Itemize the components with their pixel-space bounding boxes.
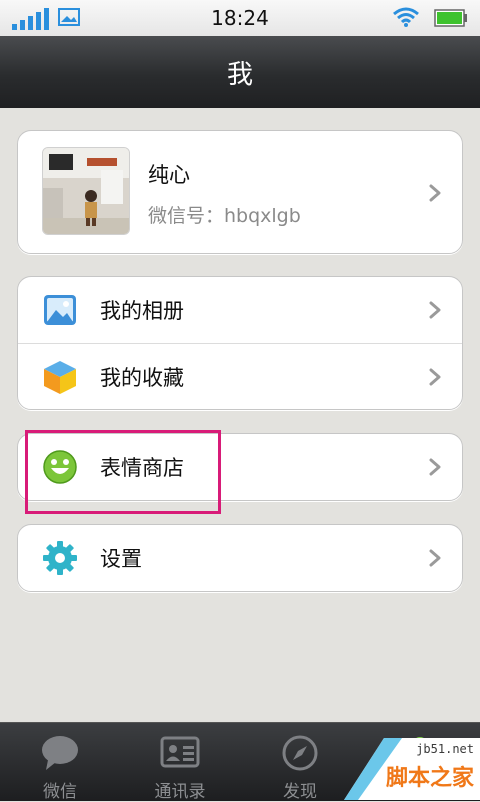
- chevron-right-icon: [429, 184, 441, 202]
- wechat-id: 微信号：hbqxlgb: [148, 205, 301, 227]
- menu-item-favorites[interactable]: 我的收藏: [18, 344, 462, 410]
- site-watermark: jb51.net 脚本之家: [344, 738, 480, 800]
- chevron-right-icon: [429, 301, 441, 319]
- settings-card: 设置: [17, 524, 463, 592]
- tab-contacts[interactable]: 通讯录: [120, 723, 240, 802]
- menu-item-label: 我的收藏: [100, 366, 184, 390]
- status-bar: 18:24: [0, 0, 480, 36]
- contacts-card-icon: [160, 736, 200, 768]
- avatar: [42, 147, 130, 235]
- menu-item-label: 设置: [100, 547, 142, 571]
- chevron-right-icon: [429, 368, 441, 386]
- profile-name: 纯心: [148, 163, 190, 187]
- gear-icon: [43, 541, 77, 575]
- tab-label: 微信: [43, 782, 77, 802]
- chevron-right-icon: [429, 458, 441, 476]
- favorites-box-icon: [44, 361, 76, 394]
- tab-chats[interactable]: 微信: [0, 723, 120, 802]
- profile-card[interactable]: 纯心 微信号：hbqxlgb: [17, 130, 463, 254]
- menu-item-album[interactable]: 我的相册: [18, 277, 462, 343]
- nav-bar: 我: [0, 36, 480, 108]
- menu-item-settings[interactable]: 设置: [18, 525, 462, 591]
- menu-item-label: 我的相册: [100, 299, 184, 323]
- chevron-right-icon: [429, 549, 441, 567]
- watermark-name: 脚本之家: [385, 766, 474, 791]
- chat-bubble-icon: [42, 736, 78, 770]
- highlight-box: [25, 430, 221, 514]
- battery-icon: [434, 9, 467, 27]
- tab-label: 发现: [283, 782, 317, 802]
- compass-icon: [282, 735, 318, 771]
- collections-card: 我的相册 我的收藏: [17, 276, 463, 410]
- page-title: 我: [226, 60, 253, 90]
- watermark-site: jb51.net: [416, 742, 474, 756]
- tab-label: 通讯录: [154, 782, 206, 802]
- photo-album-icon: [44, 295, 76, 325]
- tab-discover[interactable]: 发现: [240, 723, 360, 802]
- wifi-icon: [393, 7, 419, 27]
